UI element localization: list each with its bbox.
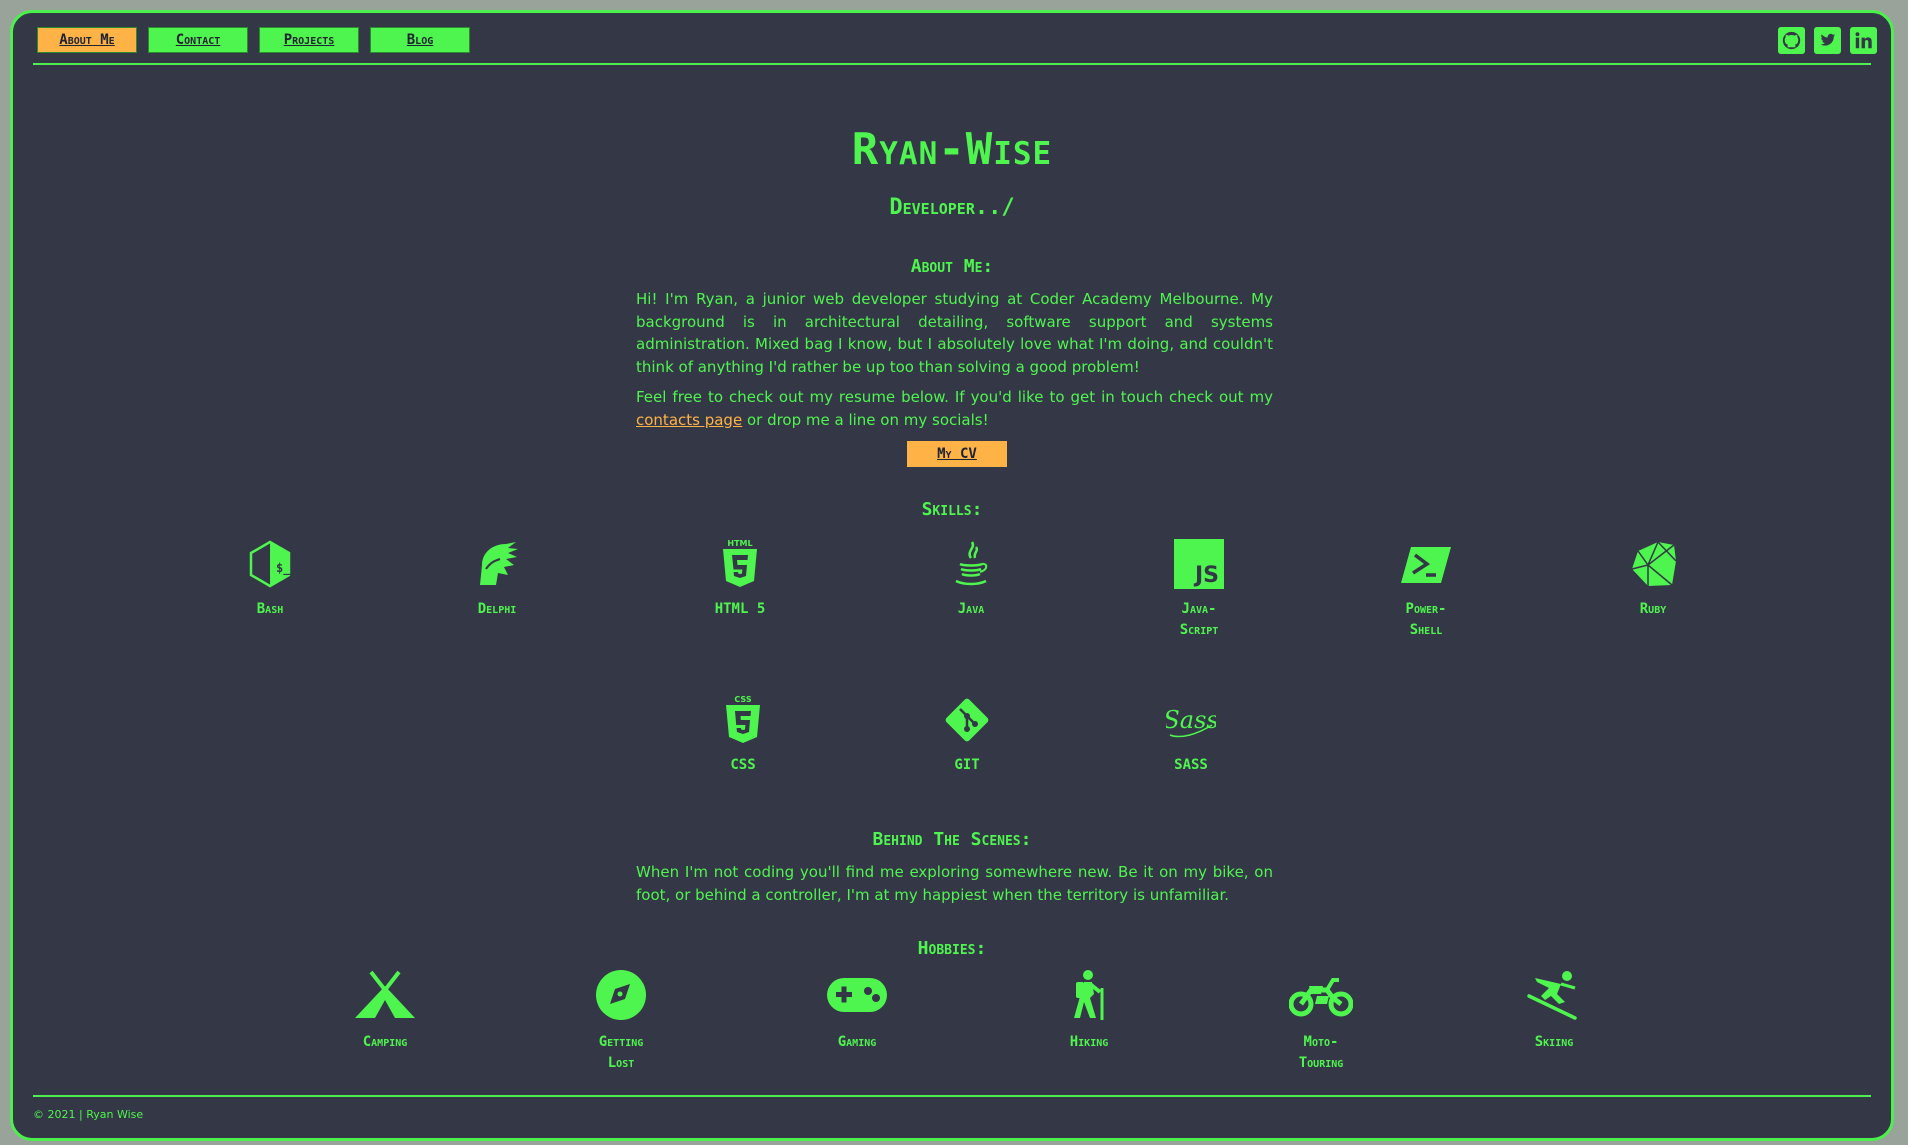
hobby-skiing: Skiing xyxy=(1494,968,1614,1053)
footer-divider xyxy=(33,1095,1871,1097)
hobby-hiking: Hiking xyxy=(1029,968,1149,1053)
hobby-label: Camping xyxy=(362,1034,408,1050)
hobby-label: Getting Lost xyxy=(598,1034,644,1071)
skill-label: CSS xyxy=(730,757,756,773)
svg-text:HTML: HTML xyxy=(727,539,752,548)
bash-icon: $_ xyxy=(249,540,291,588)
about-paragraph: Hi! I'm Ryan, a junior web developer stu… xyxy=(636,290,1273,376)
hobby-label: Skiing xyxy=(1534,1034,1574,1050)
skill-css: CSS CSS xyxy=(683,695,803,776)
tent-icon xyxy=(355,970,415,1018)
hiker-icon xyxy=(1074,970,1104,1020)
behind-heading: Behind The Scenes: xyxy=(872,829,1032,850)
contact-text-after: or drop me a line on my socials! xyxy=(742,410,989,429)
contact-paragraph: Feel free to check out my resume below. … xyxy=(636,386,1273,431)
behind-paragraph: When I'm not coding you'll find me explo… xyxy=(636,863,1273,904)
powershell-icon xyxy=(1401,547,1451,583)
skill-powershell: Power- Shell xyxy=(1366,539,1486,641)
svg-text:$_: $_ xyxy=(276,561,291,576)
social-links xyxy=(1778,27,1877,54)
skill-label: Bash xyxy=(256,601,284,617)
skill-label: Java- Script xyxy=(1179,601,1219,638)
skier-icon xyxy=(1527,971,1577,1020)
github-icon[interactable] xyxy=(1778,27,1805,54)
hobby-camping: Camping xyxy=(325,968,445,1053)
hobby-label: Hiking xyxy=(1069,1034,1109,1050)
hobby-gaming: Gaming xyxy=(797,968,917,1053)
svg-text:Sass: Sass xyxy=(1166,706,1216,734)
skill-html5: HTML HTML 5 xyxy=(680,539,800,620)
git-icon xyxy=(945,698,989,742)
skill-label: SASS xyxy=(1174,757,1208,773)
linkedin-icon[interactable] xyxy=(1850,27,1877,54)
footer-copyright: © 2021 | Ryan Wise xyxy=(33,1108,144,1121)
skill-git: GIT xyxy=(907,695,1027,776)
hobby-label: Moto- Touring xyxy=(1298,1034,1344,1071)
top-nav: About Me Contact Projects Blog xyxy=(37,27,470,53)
hobby-moto-touring: Moto- Touring xyxy=(1261,968,1381,1074)
hobby-label: Gaming xyxy=(837,1034,877,1050)
nav-about-me[interactable]: About Me xyxy=(37,27,137,53)
nav-projects[interactable]: Projects xyxy=(259,27,359,53)
nav-contact[interactable]: Contact xyxy=(148,27,248,53)
skill-javascript: JS Java- Script xyxy=(1139,539,1259,641)
tagline: Developer../ xyxy=(889,195,1015,220)
about-heading: About Me: xyxy=(910,256,994,277)
html5-icon: HTML xyxy=(723,539,757,587)
contact-text-before: Feel free to check out my resume below. … xyxy=(636,388,1273,406)
site-name: Ryan-Wise xyxy=(851,124,1053,175)
svg-text:CSS: CSS xyxy=(734,695,751,704)
skill-label: Java xyxy=(957,601,985,617)
nav-blog[interactable]: Blog xyxy=(370,27,470,53)
motorcycle-icon xyxy=(1289,978,1353,1017)
ruby-icon xyxy=(1631,541,1677,586)
skill-bash: $_ Bash xyxy=(210,539,330,620)
twitter-icon[interactable] xyxy=(1814,27,1841,54)
gamepad-icon xyxy=(827,978,887,1012)
contacts-page-link[interactable]: contacts page xyxy=(636,411,742,429)
css3-icon: CSS xyxy=(726,695,760,743)
java-icon xyxy=(955,541,988,586)
svg-text:JS: JS xyxy=(1193,563,1219,588)
cv-button[interactable]: My CV xyxy=(907,441,1007,467)
skills-heading: Skills: xyxy=(921,499,983,520)
header-divider xyxy=(33,63,1871,65)
javascript-icon: JS xyxy=(1174,539,1224,589)
hobby-getting-lost: Getting Lost xyxy=(561,968,681,1074)
delphi-icon xyxy=(480,542,518,585)
page-frame: About Me Contact Projects Blog Ryan-Wise… xyxy=(10,10,1894,1141)
hero: Ryan-Wise xyxy=(13,124,1891,175)
skill-sass: Sass SASS xyxy=(1131,695,1251,776)
compass-icon xyxy=(596,970,646,1020)
skill-ruby: Ruby xyxy=(1593,539,1713,620)
sass-icon: Sass xyxy=(1166,706,1216,738)
skill-label: Ruby xyxy=(1639,601,1667,617)
skill-delphi: Delphi xyxy=(437,539,557,620)
hobbies-heading: Hobbies: xyxy=(917,938,987,959)
skill-label: GIT xyxy=(954,757,980,773)
skill-label: Delphi xyxy=(477,601,517,617)
skill-label: HTML 5 xyxy=(714,601,766,617)
skill-java: Java xyxy=(911,539,1031,620)
skill-label: Power- Shell xyxy=(1405,601,1447,638)
